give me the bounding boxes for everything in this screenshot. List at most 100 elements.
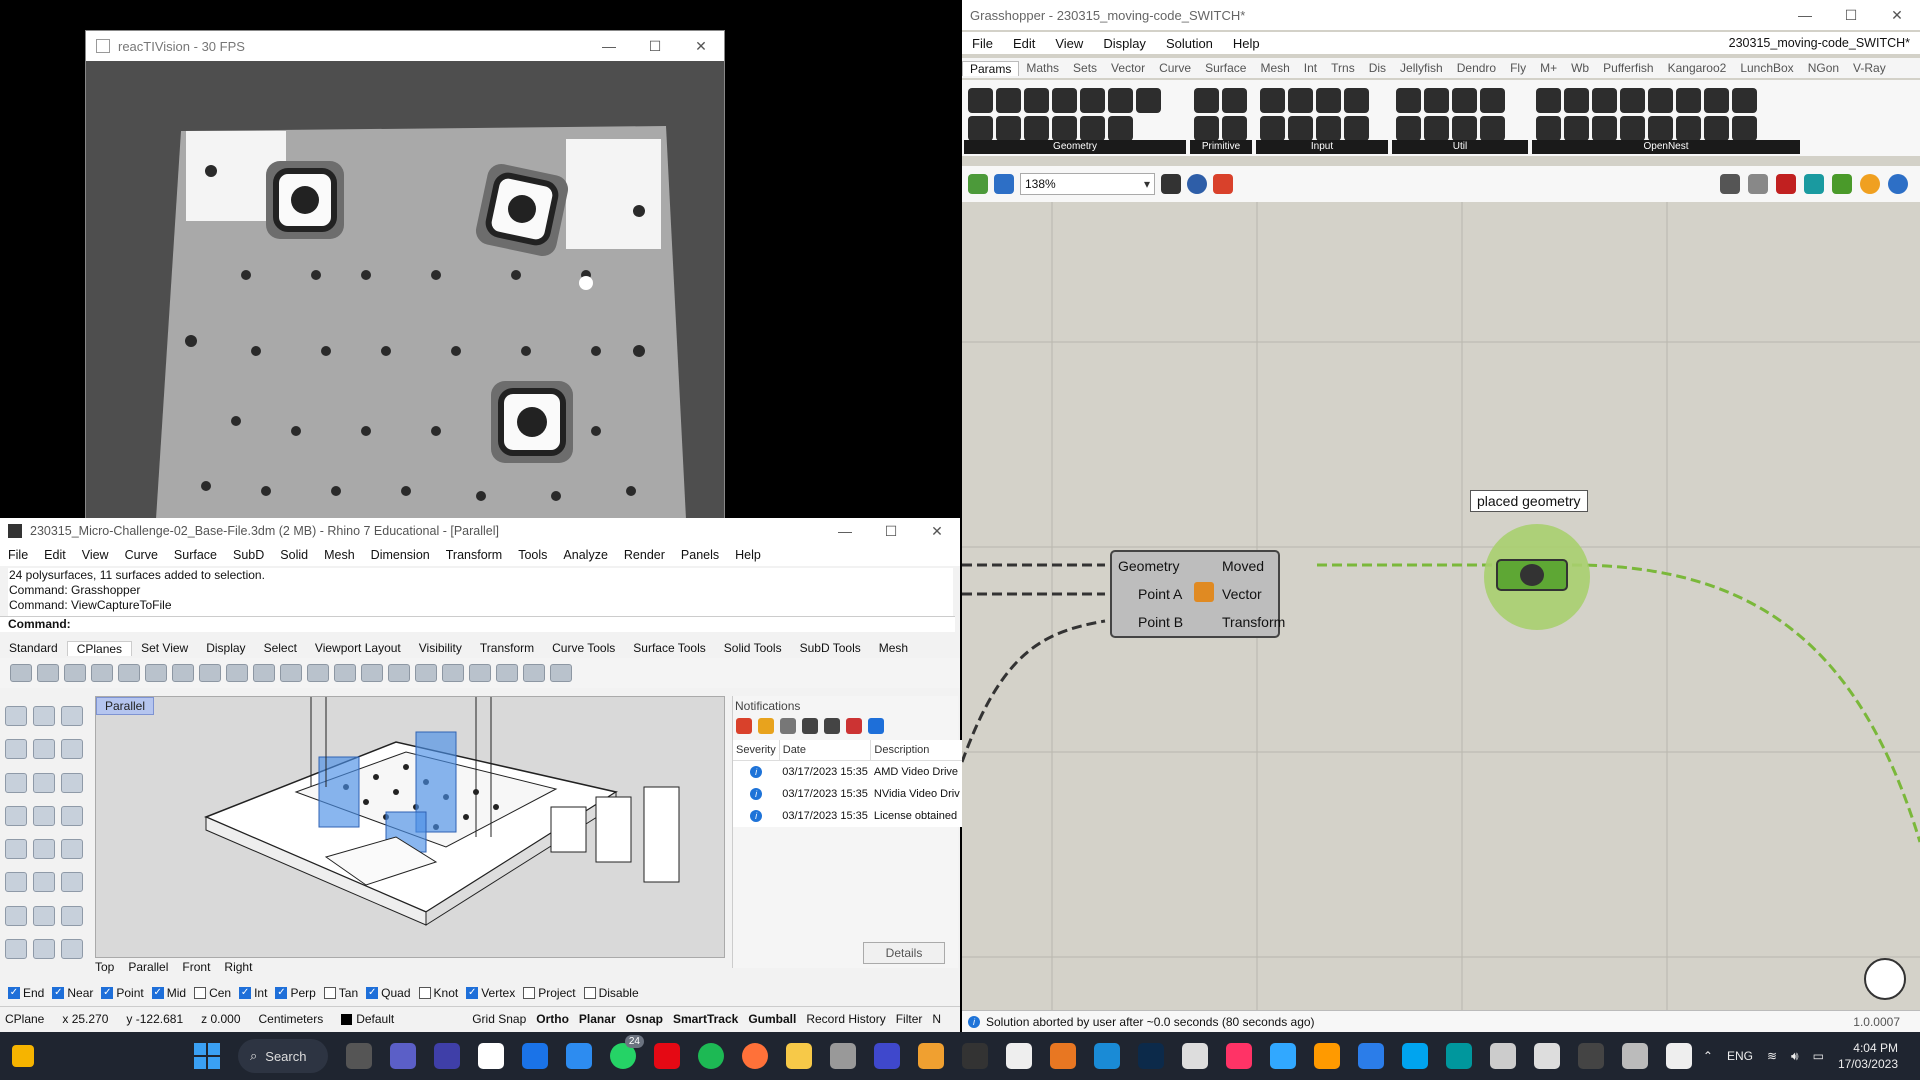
component-icon[interactable] xyxy=(1452,88,1477,113)
vptab-parallel[interactable]: Parallel xyxy=(128,960,168,974)
tool-icon[interactable] xyxy=(61,905,83,926)
eye-icon[interactable] xyxy=(1187,174,1207,194)
checkbox[interactable]: ✓ xyxy=(151,987,164,999)
sketch-icon[interactable] xyxy=(1213,174,1233,194)
component-icon[interactable] xyxy=(968,116,993,141)
group-label[interactable]: Input xyxy=(1256,140,1388,154)
group-label[interactable]: OpenNest xyxy=(1532,140,1800,154)
component-icon[interactable] xyxy=(1080,88,1105,113)
tab-kangaroo2[interactable]: Kangaroo2 xyxy=(1661,61,1734,75)
tab-dis[interactable]: Dis xyxy=(1362,61,1393,75)
osnap-disable[interactable]: Disable xyxy=(583,986,639,1000)
toolbar-icon[interactable] xyxy=(469,664,491,682)
checkbox[interactable]: ✓ xyxy=(101,987,114,999)
file-icon[interactable] xyxy=(478,1043,504,1069)
spotify-icon[interactable] xyxy=(698,1043,724,1069)
component-icon[interactable] xyxy=(1024,116,1049,141)
table-row[interactable]: i 03/17/2023 15:35 AMD Video Drive xyxy=(733,761,963,784)
tab-lunchbox[interactable]: LunchBox xyxy=(1733,61,1800,75)
group-label[interactable]: Geometry xyxy=(964,140,1186,154)
vptab-right[interactable]: Right xyxy=(224,960,252,974)
tool-icon[interactable] xyxy=(33,938,55,959)
app-icon[interactable] xyxy=(1094,1043,1120,1069)
app-icon[interactable] xyxy=(1050,1043,1076,1069)
toolbar-icon[interactable] xyxy=(442,664,464,682)
tab-curve[interactable]: Curve xyxy=(1152,61,1198,75)
panel-icon[interactable] xyxy=(780,718,796,734)
terminal-icon[interactable] xyxy=(1578,1043,1604,1069)
menu-analyze[interactable]: Analyze xyxy=(555,548,615,562)
zoom-select[interactable]: 138% xyxy=(1020,173,1155,195)
open-file-icon[interactable] xyxy=(968,174,988,194)
details-button[interactable]: Details xyxy=(863,942,945,964)
input-point-a[interactable]: Point A xyxy=(1118,580,1198,608)
osnap-project[interactable]: Project xyxy=(523,986,576,1000)
component-icon[interactable] xyxy=(1222,116,1247,141)
toolbar-icon[interactable] xyxy=(10,664,32,682)
toggle-record-history[interactable]: Record History xyxy=(806,1012,885,1026)
rhino-icon[interactable] xyxy=(1006,1043,1032,1069)
component-icon[interactable] xyxy=(1480,88,1505,113)
preview-off-icon[interactable] xyxy=(1720,174,1740,194)
tab-select[interactable]: Select xyxy=(255,641,306,655)
component-icon[interactable] xyxy=(996,116,1021,141)
menu-panels[interactable]: Panels xyxy=(673,548,727,562)
geometry-param[interactable] xyxy=(1496,559,1568,591)
tab-mplus[interactable]: M+ xyxy=(1533,61,1564,75)
menu-transform[interactable]: Transform xyxy=(438,548,511,562)
menu-surface[interactable]: Surface xyxy=(166,548,225,562)
component-icon[interactable] xyxy=(1564,88,1589,113)
osnap-perp[interactable]: ✓ Perp xyxy=(275,986,316,1000)
tool-icon[interactable] xyxy=(61,805,83,826)
checkbox[interactable]: ✓ xyxy=(8,987,20,999)
netflix-icon[interactable] xyxy=(654,1043,680,1069)
toolbar-icon[interactable] xyxy=(226,664,248,682)
toolbar-icon[interactable] xyxy=(334,664,356,682)
app-icon[interactable] xyxy=(1490,1043,1516,1069)
output-moved[interactable]: Moved xyxy=(1222,552,1302,580)
layer[interactable]: Default xyxy=(341,1012,394,1026)
component-icon[interactable] xyxy=(1260,88,1285,113)
minimize-icon[interactable]: — xyxy=(822,523,868,540)
checkbox[interactable]: ✓ xyxy=(52,987,65,999)
preview-icon[interactable] xyxy=(1860,174,1880,194)
grasshopper-icon[interactable] xyxy=(1182,1043,1208,1069)
tab-trns[interactable]: Trns xyxy=(1324,61,1362,75)
component-icon[interactable] xyxy=(996,88,1021,113)
osnap-end[interactable]: ✓ End xyxy=(8,986,44,1000)
app-icon[interactable] xyxy=(918,1043,944,1069)
menu-help[interactable]: Help xyxy=(727,548,769,562)
photoshop-icon[interactable] xyxy=(1270,1043,1296,1069)
checkbox[interactable]: ✓ xyxy=(466,987,479,999)
component-icon[interactable] xyxy=(1620,116,1645,141)
tab-subd-tools[interactable]: SubD Tools xyxy=(791,641,870,655)
app-icon[interactable] xyxy=(962,1043,988,1069)
table-row[interactable]: i 03/17/2023 15:35 NVidia Video Driv xyxy=(733,783,963,805)
battery-icon[interactable]: ▭ xyxy=(1813,1049,1824,1063)
toolbar-icon[interactable] xyxy=(496,664,518,682)
menu-render[interactable]: Render xyxy=(616,548,673,562)
panel-icon[interactable] xyxy=(758,718,774,734)
menu-tools[interactable]: Tools xyxy=(510,548,555,562)
component-icon[interactable] xyxy=(1344,88,1369,113)
move-component[interactable]: Geometry Point A Point B Moved Vector Tr… xyxy=(1110,550,1285,638)
tool-icon[interactable] xyxy=(5,706,27,726)
chat-icon[interactable] xyxy=(390,1043,416,1069)
menu-help[interactable]: Help xyxy=(1223,36,1270,51)
tool-icon[interactable] xyxy=(33,772,55,793)
illustrator-icon[interactable] xyxy=(1314,1043,1340,1069)
tab-cplanes[interactable]: CPlanes xyxy=(66,640,133,656)
units[interactable]: Centimeters xyxy=(259,1012,324,1026)
tool-icon[interactable] xyxy=(33,839,55,859)
tab-jellyfish[interactable]: Jellyfish xyxy=(1393,61,1450,75)
component-icon[interactable] xyxy=(1732,116,1757,141)
preview-icon[interactable] xyxy=(1804,174,1824,194)
reactivision-titlebar[interactable]: reacTIVision - 30 FPS — ☐ ✕ xyxy=(86,31,724,61)
component-icon[interactable] xyxy=(1676,116,1701,141)
close-icon[interactable]: ✕ xyxy=(1874,7,1920,24)
tab-ngon[interactable]: NGon xyxy=(1801,61,1846,75)
checkbox[interactable]: ✓ xyxy=(239,987,252,999)
component-icon[interactable] xyxy=(1108,116,1133,141)
indesign-icon[interactable] xyxy=(1226,1043,1252,1069)
component-icon[interactable] xyxy=(1424,88,1449,113)
